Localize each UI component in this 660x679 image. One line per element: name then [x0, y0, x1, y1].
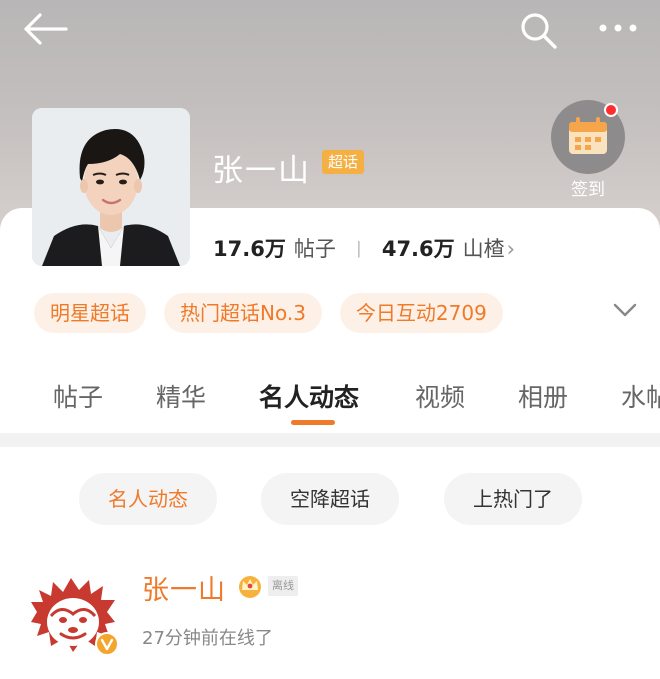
- filter-airdrop-topic[interactable]: 空降超话: [261, 473, 399, 525]
- status-badge: 离线: [268, 576, 298, 596]
- tab-bar: 帖子 精华 名人动态 视频 相册 水帖: [0, 370, 660, 430]
- posts-count: 17.6万: [213, 237, 286, 261]
- tag-today-interaction[interactable]: 今日互动2709: [339, 293, 503, 333]
- tab-album[interactable]: 相册: [518, 378, 568, 414]
- tab-celebrity-updates[interactable]: 名人动态: [259, 378, 359, 414]
- filter-celebrity-updates[interactable]: 名人动态: [79, 473, 217, 525]
- crown-icon: [239, 576, 261, 598]
- stats-separator: 丨: [349, 240, 368, 261]
- tab-water-posts[interactable]: 水帖: [621, 378, 660, 414]
- topic-cover-image[interactable]: [32, 108, 190, 266]
- hawthorn-count: 47.6万: [381, 237, 455, 261]
- tag-row: 明星超话 热门超话No.3 今日互动2709: [34, 293, 503, 333]
- active-tab-indicator: [291, 420, 335, 425]
- checkin-notification-dot: [604, 103, 618, 117]
- tab-featured[interactable]: 精华: [156, 378, 206, 414]
- hawthorn-chevron-icon[interactable]: ›: [507, 237, 515, 261]
- tab-videos[interactable]: 视频: [415, 378, 465, 414]
- checkin-label: 签到: [571, 180, 605, 200]
- portrait-illustration: [32, 108, 190, 266]
- more-icon[interactable]: [595, 18, 641, 38]
- section-divider: [0, 433, 660, 447]
- posts-label: 帖子: [293, 237, 336, 261]
- chevron-down-icon[interactable]: [612, 300, 638, 320]
- verified-icon: [95, 632, 119, 656]
- back-arrow-icon[interactable]: [22, 12, 68, 46]
- tag-hot-rank[interactable]: 热门超话No.3: [164, 293, 322, 333]
- tag-star-topic[interactable]: 明星超话: [34, 293, 146, 333]
- topic-badge: 超话: [322, 150, 365, 174]
- tab-posts[interactable]: 帖子: [53, 378, 103, 414]
- topic-stats: 17.6万 帖子 丨 47.6万 山楂 ›: [213, 233, 515, 263]
- topic-name: 张一山: [212, 153, 311, 189]
- post-meta: 27分钟前在线了: [142, 628, 273, 649]
- post-username[interactable]: 张一山: [142, 568, 226, 607]
- search-icon[interactable]: [518, 10, 558, 50]
- filter-trending[interactable]: 上热门了: [444, 473, 582, 525]
- hawthorn-label[interactable]: 山楂: [463, 233, 505, 263]
